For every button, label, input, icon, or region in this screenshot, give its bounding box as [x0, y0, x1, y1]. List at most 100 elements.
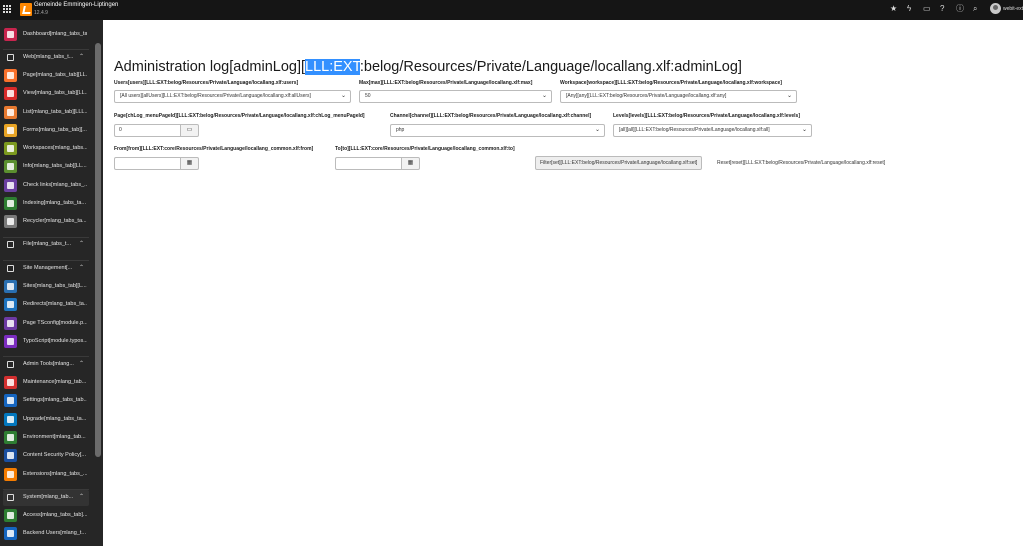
csp-icon [4, 449, 17, 462]
sidebar-item-label: List[mlang_tabs_tab][LLL... [23, 109, 87, 115]
page-id-input[interactable]: 0 [114, 124, 181, 137]
chevron-up-icon[interactable]: ⌃ [79, 53, 84, 60]
sidebar-item-label: Content Security Policy[... [23, 452, 86, 458]
sidebar-item-info-module[interactable]: Info[mlang_tabs_tab][LL... [3, 159, 89, 175]
sidebar-item-typoscript[interactable]: TypoScript[module.typos... [3, 334, 89, 350]
sites-icon [4, 280, 17, 293]
indexing-icon [4, 197, 17, 210]
sidebar-item-admin-tools[interactable]: Admin Tools[mlang... ⌃ [3, 357, 89, 373]
chevron-down-icon: ⌄ [801, 127, 807, 133]
search-icon[interactable]: ⌕ [973, 4, 977, 14]
sidebar-item-label: Environment[mlang_tab... [23, 434, 86, 440]
sidebar-item-extensions[interactable]: Extensions[mlang_tabs_... [3, 467, 89, 483]
sidebar-item-label: Check links[mlang_tabs_... [23, 182, 87, 188]
environment-icon [4, 431, 17, 444]
sidebar-item-access[interactable]: Access[mlang_tabs_tab]... [3, 508, 89, 524]
folder-browse-icon[interactable]: ▭ [181, 124, 199, 137]
sidebar-item-label: Web[mlang_tabs_t... [23, 54, 74, 60]
chevron-up-icon[interactable]: ⌃ [79, 493, 84, 500]
sidebar-item-system[interactable]: System[mlang_tab... ⌃ [3, 490, 89, 506]
view-icon [4, 87, 17, 100]
sidebar-item-tsconfig[interactable]: Page TSconfig[module.p... [3, 316, 89, 332]
sidebar-item-check-links[interactable]: Check links[mlang_tabs_... [3, 178, 89, 194]
channel-select[interactable]: php ⌄ [390, 124, 605, 137]
sidebar-item-upgrade[interactable]: Upgrade[mlang_tabs_ta... [3, 412, 89, 428]
sidebar-item-redirects[interactable]: Redirects[mlang_tabs_ta... [3, 297, 89, 313]
filter-button[interactable]: Filter[set][LLL:EXT:belog/Resources/Priv… [535, 156, 703, 170]
sidebar-item-recycler[interactable]: Recycler[mlang_tabs_ta... [3, 214, 89, 230]
sidebar-scrollbar[interactable] [95, 43, 101, 457]
check-links-icon [4, 179, 17, 192]
page-icon [4, 69, 17, 82]
sidebar-item-file[interactable]: File[mlang_tabs_t... ⌃ [3, 237, 89, 253]
sidebar-item-label: Admin Tools[mlang... [23, 361, 74, 367]
calendar-icon[interactable]: ▦ [181, 157, 199, 170]
max-label: Max[max][LLL:EXT:belog/Resources/Private… [359, 80, 533, 86]
bolt-icon[interactable]: ϟ [907, 4, 911, 14]
users-select[interactable]: [All users][allUsers][LLL:EXT:belog/Reso… [114, 90, 351, 103]
sidebar-item-settings[interactable]: Settings[mlang_tabs_tab... [3, 393, 89, 409]
sidebar-item-backend-users[interactable]: Backend Users[mlang_t... [3, 526, 89, 542]
sidebar-item-dashboard[interactable]: Dashboard[mlang_tabs_tab] [3, 27, 89, 43]
levels-label: Levels[levels][LLL:EXT:belog/Resources/P… [613, 113, 801, 119]
sidebar-item-label: File[mlang_tabs_t... [23, 241, 71, 247]
sidebar-item-web[interactable]: Web[mlang_tabs_t... ⌃ [3, 50, 89, 66]
module-menu-toggle-icon[interactable] [3, 5, 12, 14]
info-icon[interactable]: ⓘ [956, 4, 964, 14]
star-icon[interactable]: ★ [890, 4, 897, 14]
sidebar-item-label: Access[mlang_tabs_tab]... [23, 512, 87, 518]
site-management-icon [4, 262, 17, 275]
sidebar-item-workspaces[interactable]: Workspaces[mlang_tabs... [3, 141, 89, 157]
sidebar-item-indexing[interactable]: Indexing[mlang_tabs_ta... [3, 196, 89, 212]
sidebar-item-label: Extensions[mlang_tabs_... [23, 471, 87, 477]
system-icon [4, 491, 17, 504]
reset-link[interactable]: Reset[reset][LLL:EXT:belog/Resources/Pri… [717, 160, 885, 166]
chevron-up-icon[interactable]: ⌃ [79, 264, 84, 271]
to-date-input[interactable] [335, 157, 402, 170]
file-icon [4, 238, 17, 251]
workspace-select[interactable]: [Any][any][LLL:EXT:belog/Resources/Priva… [560, 90, 797, 103]
sidebar-item-view[interactable]: View[mlang_tabs_tab][LL... [3, 86, 89, 102]
chevron-down-icon: ⌄ [541, 93, 547, 99]
sidebar-item-maintenance[interactable]: Maintenance[mlang_tab... [3, 375, 89, 391]
help-icon[interactable]: ? [940, 4, 944, 14]
upgrade-icon [4, 413, 17, 426]
from-date-input[interactable] [114, 157, 181, 170]
chevron-up-icon[interactable]: ⌃ [79, 360, 84, 367]
sidebar-item-page[interactable]: Page[mlang_tabs_tab][LL... [3, 68, 89, 84]
to-label: To[to][LLL:EXT:core/Resources/Private/La… [335, 146, 515, 152]
sidebar-item-csp[interactable]: Content Security Policy[... [3, 448, 89, 464]
sidebar-item-label: System[mlang_tab... [23, 494, 74, 500]
sidebar-item-label: Forms[mlang_tabs_tab][... [23, 127, 87, 133]
users-label: Users[users][LLL:EXT:belog/Resources/Pri… [114, 80, 299, 86]
sidebar-item-site-management[interactable]: Site Management[... ⌃ [3, 261, 89, 277]
forms-icon [4, 124, 17, 137]
sidebar-item-label: Upgrade[mlang_tabs_ta... [23, 416, 87, 422]
access-icon [4, 509, 17, 522]
avatar[interactable] [990, 3, 1001, 14]
settings-icon [4, 394, 17, 407]
sidebar-item-label: Maintenance[mlang_tab... [23, 379, 87, 385]
levels-select[interactable]: [all][all][LLL:EXT:belog/Resources/Priva… [613, 124, 812, 137]
sidebar-item-label: Recycler[mlang_tabs_ta... [23, 218, 87, 224]
sidebar-item-forms[interactable]: Forms[mlang_tabs_tab][... [3, 123, 89, 139]
sidebar-item-label: Settings[mlang_tabs_tab... [23, 397, 87, 403]
from-label: From[from][LLL:EXT:core/Resources/Privat… [114, 146, 314, 152]
backend-users-icon [4, 527, 17, 540]
sidebar-item-list[interactable]: List[mlang_tabs_tab][LLL... [3, 105, 89, 121]
typo3-logo-icon[interactable] [20, 3, 32, 16]
sidebar-item-label: Dashboard[mlang_tabs_tab] [23, 31, 87, 37]
max-select[interactable]: 50 ⌄ [359, 90, 552, 103]
channel-label: Channel[channel][LLL:EXT:belog/Resources… [390, 113, 592, 119]
user-name[interactable]: webit-ext [1003, 6, 1023, 12]
list-icon [4, 106, 17, 119]
sidebar-item-label: Site Management[... [23, 265, 73, 271]
workspace-label: Workspace[workspace][LLL:EXT:belog/Resou… [560, 80, 782, 86]
redirects-icon [4, 298, 17, 311]
document-icon[interactable]: ▭ [923, 4, 931, 14]
sidebar-item-sites[interactable]: Sites[mlang_tabs_tab][L... [3, 279, 89, 295]
chevron-up-icon[interactable]: ⌃ [79, 240, 84, 247]
sidebar-item-environment[interactable]: Environment[mlang_tab... [3, 430, 89, 446]
sidebar-item-label: Page TSconfig[module.p... [23, 320, 87, 326]
calendar-icon[interactable]: ▦ [402, 157, 420, 170]
